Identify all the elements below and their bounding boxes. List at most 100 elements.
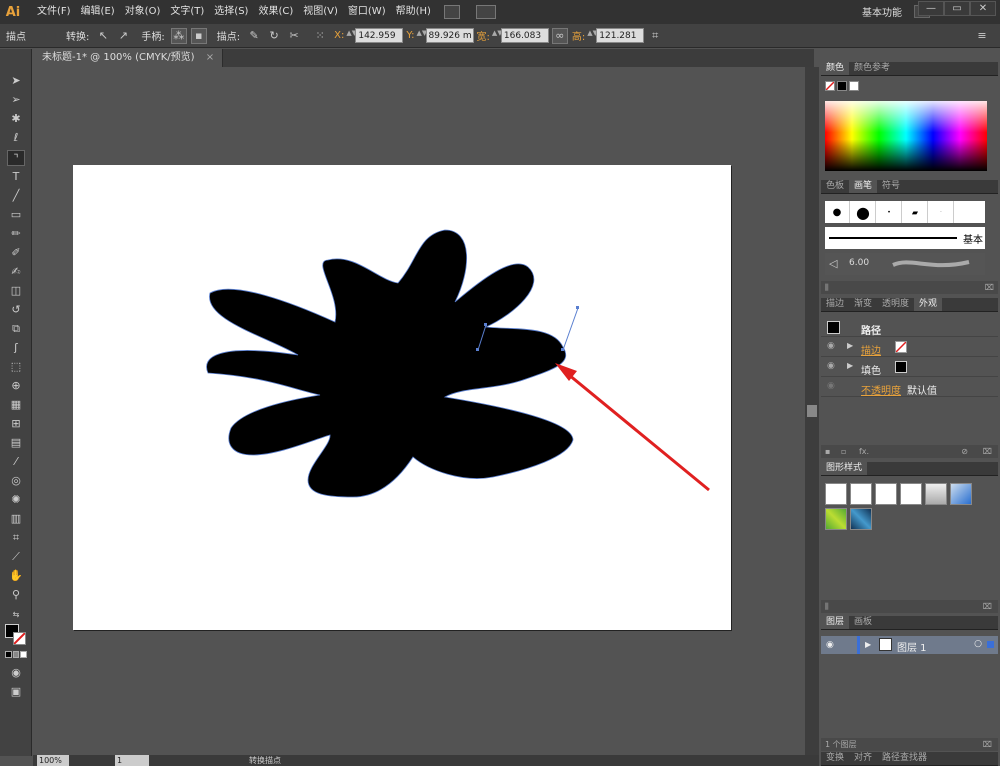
- w-field[interactable]: [500, 28, 549, 43]
- menu-window[interactable]: 窗口(W): [343, 0, 391, 24]
- type-tool-icon[interactable]: T: [7, 169, 25, 185]
- convert-to-smooth-icon[interactable]: ↗: [115, 28, 131, 44]
- blend-tool-icon[interactable]: ◎: [7, 473, 25, 489]
- tab-align[interactable]: 对齐: [849, 752, 877, 765]
- column-graph-tool-icon[interactable]: ▥: [7, 511, 25, 527]
- tab-symbols[interactable]: 符号: [877, 180, 905, 193]
- color-mode-buttons[interactable]: [5, 651, 28, 659]
- tab-transparency[interactable]: 透明度: [877, 298, 914, 311]
- remove-anchor-icon[interactable]: ✎: [246, 28, 262, 44]
- paintbrush-tool-icon[interactable]: ✏: [7, 226, 25, 242]
- tab-swatches[interactable]: 色板: [821, 180, 849, 193]
- free-transform-tool-icon[interactable]: ⬚: [7, 359, 25, 375]
- tab-color[interactable]: 颜色: [821, 62, 850, 75]
- tab-transform[interactable]: 变换: [821, 752, 849, 765]
- transform-icon[interactable]: ⌗: [647, 28, 663, 44]
- close-button[interactable]: ✕: [970, 1, 996, 16]
- none-swatch-icon[interactable]: [825, 81, 835, 91]
- stroke-none-swatch[interactable]: [895, 341, 907, 353]
- tab-appearance[interactable]: 外观: [914, 298, 943, 311]
- artboard[interactable]: [73, 165, 731, 630]
- style-blue-gradient[interactable]: [950, 483, 972, 505]
- stroke-swatch[interactable]: [13, 632, 26, 645]
- eyedropper-tool-icon[interactable]: ⁄: [7, 454, 25, 470]
- menu-help[interactable]: 帮助(H): [391, 0, 436, 24]
- stroke-label[interactable]: 描边: [861, 342, 881, 357]
- artwork[interactable]: [73, 165, 731, 630]
- magic-wand-tool-icon[interactable]: ✱: [7, 111, 25, 127]
- link-icon[interactable]: ∞: [551, 27, 568, 44]
- brush-library-icon[interactable]: ⫼: [825, 283, 829, 292]
- tab-artboards[interactable]: 画板: [849, 616, 877, 629]
- brush-dot-large[interactable]: ●: [851, 201, 876, 223]
- status-tool-info[interactable]: 转换描点: [249, 755, 281, 766]
- h-spinner[interactable]: ▲▼: [587, 29, 598, 43]
- add-stroke-icon[interactable]: ▪: [825, 447, 830, 456]
- menu-view[interactable]: 视图(V): [298, 0, 343, 24]
- menu-edit[interactable]: 编辑(E): [76, 0, 120, 24]
- slice-tool-icon[interactable]: ⟋: [7, 549, 25, 565]
- pencil-tool-icon[interactable]: ✐: [7, 245, 25, 261]
- scroll-thumb[interactable]: [807, 405, 817, 417]
- tab-graphic-styles[interactable]: 图形样式: [821, 462, 868, 475]
- eye-icon[interactable]: ◉: [827, 361, 835, 371]
- maximize-button[interactable]: ▭: [944, 1, 970, 16]
- brush-dot-small[interactable]: ●: [825, 201, 850, 223]
- rectangle-tool-icon[interactable]: ▭: [7, 207, 25, 223]
- brush-dot-tiny[interactable]: •: [877, 201, 902, 223]
- bridge-button[interactable]: [443, 5, 460, 19]
- eye-icon[interactable]: ◉: [827, 381, 835, 391]
- menu-effect[interactable]: 效果(C): [253, 0, 298, 24]
- brush-light[interactable]: ·: [929, 201, 954, 223]
- style-blue-texture[interactable]: [850, 508, 872, 530]
- appearance-stroke-row[interactable]: ◉ ▶ 描边: [821, 338, 998, 357]
- gradient-tool-icon[interactable]: ▤: [7, 435, 25, 451]
- tab-stroke[interactable]: 描边: [821, 298, 849, 311]
- artboard-number-field[interactable]: 1: [115, 755, 149, 766]
- menu-file[interactable]: 文件(F): [32, 0, 76, 24]
- fill-black-swatch[interactable]: [895, 361, 907, 373]
- expand-icon[interactable]: ▶: [847, 341, 853, 350]
- black-swatch[interactable]: [837, 81, 847, 91]
- selection-indicator[interactable]: [987, 641, 994, 648]
- show-handles-icon[interactable]: ⁂: [170, 27, 187, 44]
- brush-basic-row[interactable]: 基本: [825, 227, 985, 249]
- menu-object[interactable]: 对象(O): [120, 0, 166, 24]
- add-effect-icon[interactable]: fx.: [859, 447, 869, 456]
- layer-name[interactable]: 图层 1: [897, 639, 927, 654]
- y-spinner[interactable]: ▲▼: [417, 29, 428, 43]
- expand-icon[interactable]: ▶: [847, 361, 853, 370]
- blob-brush-tool-icon[interactable]: ✍: [7, 264, 25, 280]
- canvas-area[interactable]: [33, 67, 805, 755]
- workspace-switcher[interactable]: 基本功能: [862, 4, 902, 19]
- hand-tool-icon[interactable]: ✋: [7, 568, 25, 584]
- brush-size-row[interactable]: ◁ 6.00: [825, 253, 985, 275]
- swap-colors-icon[interactable]: ⇆: [7, 607, 25, 623]
- document-tab[interactable]: 未标题-1* @ 100% (CMYK/预览) ×: [34, 49, 224, 67]
- add-fill-icon[interactable]: ▫: [841, 447, 846, 456]
- delete-layer-icon[interactable]: ⌧: [983, 738, 992, 751]
- x-spinner[interactable]: ▲▼: [346, 29, 357, 43]
- symbol-sprayer-tool-icon[interactable]: ✺: [7, 492, 25, 508]
- style-white[interactable]: [875, 483, 897, 505]
- artboard-tool-icon[interactable]: ⌗: [7, 530, 25, 546]
- connect-anchors-icon[interactable]: ↻: [266, 28, 282, 44]
- arrange-documents-button[interactable]: [475, 5, 496, 19]
- delete-brush-icon[interactable]: ⌧: [985, 281, 994, 294]
- eye-icon[interactable]: ◉: [827, 341, 835, 351]
- eraser-tool-icon[interactable]: ◫: [7, 283, 25, 299]
- delete-style-icon[interactable]: ⌧: [983, 600, 992, 613]
- zoom-field[interactable]: 100%: [37, 755, 69, 766]
- appearance-opacity-row[interactable]: ◉ 不透明度 默认值: [821, 378, 998, 397]
- convert-anchor-tool-icon[interactable]: ⌝: [7, 150, 25, 166]
- appearance-fill-row[interactable]: ◉ ▶ 填色: [821, 358, 998, 377]
- opacity-label[interactable]: 不透明度: [861, 382, 901, 397]
- line-tool-icon[interactable]: ╱: [7, 188, 25, 204]
- h-field[interactable]: [596, 28, 645, 43]
- style-library-icon[interactable]: ⫼: [825, 602, 829, 611]
- brush-calligraphic[interactable]: ▰: [903, 201, 928, 223]
- minimize-button[interactable]: —: [918, 1, 944, 16]
- expand-icon[interactable]: ▶: [865, 640, 871, 649]
- y-field[interactable]: [425, 28, 474, 43]
- tab-gradient[interactable]: 渐变: [849, 298, 877, 311]
